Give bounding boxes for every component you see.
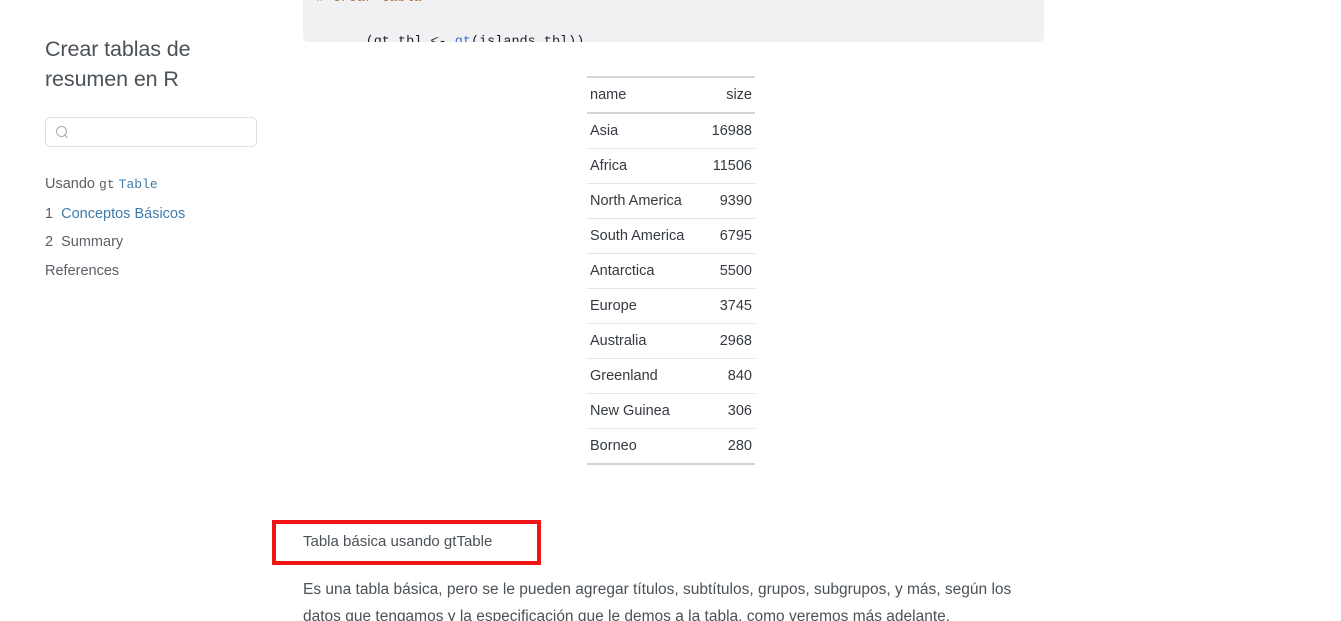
table-row: South America 6795 (587, 218, 755, 254)
cell-name: Asia (587, 113, 704, 149)
code-token-open: (gt_tbl <- (366, 35, 455, 42)
sidebar-item-label-gt: gt (99, 177, 115, 192)
code-line: (gt_tbl <- gt(islands_tbl)) (317, 10, 1030, 42)
search-container (45, 117, 257, 147)
gt-table-header-row: name size (587, 76, 755, 114)
table-row: Australia 2968 (587, 323, 755, 359)
cell-name: Antarctica (587, 253, 704, 289)
sidebar-item-label-conceptos-basicos: Conceptos Básicos (61, 205, 186, 222)
sidebar-item-references[interactable]: References (45, 257, 275, 286)
sidebar-item-usando-gt-table[interactable]: Usando gt Table (45, 170, 275, 200)
table-row: North America 9390 (587, 183, 755, 219)
code-token-args: (islands_tbl)) (471, 35, 584, 42)
body-paragraph: Es una tabla básica, pero se le pueden a… (303, 581, 1012, 621)
cell-name: Greenland (587, 358, 704, 394)
sidebar-item-label-summary: Summary (61, 234, 124, 250)
sidebar-item-label-references: References (45, 262, 120, 279)
gt-table: name size Asia 16988 Africa 11506 North … (587, 76, 755, 465)
code-comment: # Crear tabla (317, 0, 1030, 10)
cell-name: Europe (587, 288, 704, 324)
cell-name: South America (587, 218, 704, 254)
search-box[interactable] (45, 117, 257, 147)
gt-table-body: Asia 16988 Africa 11506 North America 93… (587, 113, 755, 465)
code-token-function: gt (455, 35, 471, 42)
cell-name: Borneo (587, 428, 704, 465)
cell-size: 840 (703, 358, 755, 394)
search-icon (56, 125, 69, 139)
sidebar-item-label-table: Table (118, 177, 158, 192)
cell-size: 5500 (703, 253, 755, 289)
sidebar-item-number-2: 2 (45, 234, 54, 250)
page-root: Crear tablas de resumen en R Usando gt T… (0, 0, 1341, 621)
search-input[interactable] (76, 124, 246, 140)
cell-size: 16988 (703, 113, 755, 149)
cell-name: Africa (587, 148, 704, 184)
page-title: Crear tablas de resumen en R (45, 37, 191, 91)
table-row: Europe 3745 (587, 288, 755, 324)
sidebar-item-number-1: 1 (45, 205, 54, 222)
sidebar-item-label-usando: Usando (45, 176, 95, 192)
cell-size: 6795 (703, 218, 755, 254)
sidebar-item-summary[interactable]: 2 Summary (45, 228, 275, 257)
cell-size: 280 (703, 428, 755, 465)
table-row: Africa 11506 (587, 148, 755, 184)
sidebar-nav: Usando gt Table 1 Conceptos Básicos 2 Su… (45, 170, 275, 285)
column-header-size: size (703, 76, 755, 114)
table-row: Greenland 840 (587, 358, 755, 394)
sidebar: Crear tablas de resumen en R Usando gt T… (0, 0, 285, 621)
column-header-name: name (587, 76, 704, 114)
gt-table-head: name size (587, 76, 755, 114)
cell-name: Australia (587, 323, 704, 359)
table-caption: Tabla básica usando gtTable (303, 533, 493, 550)
table-row: New Guinea 306 (587, 393, 755, 429)
cell-size: 3745 (703, 288, 755, 324)
table-row: Borneo 280 (587, 428, 755, 465)
cell-size: 2968 (703, 323, 755, 359)
cell-size: 9390 (703, 183, 755, 219)
code-block: # Crear tabla (gt_tbl <- gt(islands_tbl)… (303, 0, 1044, 42)
sidebar-item-conceptos-basicos[interactable]: 1 Conceptos Básicos (45, 200, 275, 229)
cell-name: North America (587, 183, 704, 219)
cell-size: 306 (703, 393, 755, 429)
table-row: Asia 16988 (587, 113, 755, 149)
cell-name: New Guinea (587, 393, 704, 429)
table-row: Antarctica 5500 (587, 253, 755, 289)
cell-size: 11506 (703, 148, 755, 184)
